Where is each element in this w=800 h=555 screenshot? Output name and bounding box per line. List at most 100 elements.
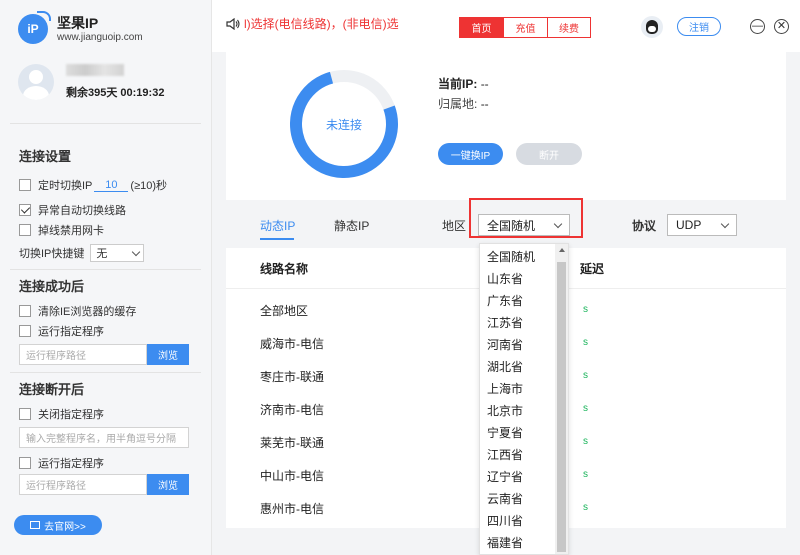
line-row[interactable]: 莱芜市-联通 (260, 434, 324, 451)
after-disconnect-run-program-checkbox[interactable] (19, 457, 31, 469)
region-option[interactable]: 江西省 (487, 446, 523, 463)
region-option[interactable]: 湖北省 (487, 358, 523, 375)
website-button[interactable]: 去官网>> (14, 515, 102, 535)
after-connect-run-program-label: 运行指定程序 (38, 326, 104, 338)
hotkey-select[interactable]: 无 (90, 244, 145, 262)
region-option[interactable]: 辽宁省 (487, 468, 523, 485)
window-icon (30, 521, 41, 529)
region-option[interactable]: 广东省 (487, 292, 523, 309)
chevron-down-icon (132, 247, 141, 256)
location-label: 归属地: (438, 97, 478, 111)
region-option[interactable]: 四川省 (487, 512, 523, 529)
region-option[interactable]: 江苏省 (487, 314, 523, 331)
location-value: -- (480, 97, 489, 111)
sidebar: iP 坚果IP www.jianguoip.com 剩余395天 00:19:3… (0, 0, 212, 555)
active-tab-underline (260, 238, 294, 240)
region-option[interactable]: 北京市 (487, 402, 523, 419)
region-option[interactable]: 云南省 (487, 490, 523, 507)
after-connect-browse-button[interactable]: 浏览 (147, 344, 189, 365)
switch-ip-button[interactable]: 一键换IP (438, 143, 503, 165)
divider (10, 372, 201, 373)
region-dropdown-list: 全国随机 山东省 广东省 江苏省 河南省 湖北省 上海市 北京市 宁夏省 江西省… (479, 243, 569, 555)
remaining-time: 剩余395天 00:19:32 (66, 87, 165, 99)
hotkey-label: 切换IP快捷键 (19, 248, 85, 260)
app-url: www.jianguoip.com (57, 31, 143, 43)
divider (10, 123, 201, 124)
minimize-button[interactable]: — (750, 19, 765, 34)
region-highlight-frame (469, 198, 583, 238)
close-program-row: 关闭指定程序 (19, 406, 104, 422)
current-ip-label: 当前IP: (438, 77, 478, 91)
notice-text: l)选择(电信线路)，(非电信)选 (244, 17, 399, 31)
username-blurred (66, 64, 124, 76)
program-names-input[interactable]: 输入完整程序名，用半角逗号分隔 (19, 427, 189, 448)
region-option[interactable]: 全国随机 (487, 248, 535, 265)
protocol-value: UDP (676, 218, 702, 232)
top-bar: l)选择(电信线路)，(非电信)选 首页 充值 续费 注销 — ✕ (212, 0, 800, 52)
auto-switch-label: 异常自动切换线路 (38, 205, 126, 217)
nav-tabs: 首页 充值 续费 (459, 17, 591, 38)
after-disconnect-path-input[interactable]: 运行程序路径 (19, 474, 147, 495)
after-connect-run-program-checkbox[interactable] (19, 325, 31, 337)
scroll-up-arrow-icon[interactable] (559, 248, 565, 252)
tab-renew[interactable]: 续费 (548, 18, 590, 37)
line-row[interactable]: 济南市-电信 (260, 401, 324, 418)
tab-static-ip[interactable]: 静态IP (334, 217, 369, 234)
hotkey-value: 无 (96, 248, 108, 260)
speaker-icon (226, 17, 240, 30)
ip-info: 当前IP: -- 归属地: -- (438, 74, 489, 114)
region-option[interactable]: 河南省 (487, 336, 523, 353)
disable-nic-row: 掉线禁用网卡 (19, 222, 104, 238)
app-logo: iP 坚果IP www.jianguoip.com (18, 11, 143, 44)
current-ip-value: -- (480, 77, 489, 91)
after-disconnect-run-program-row: 运行指定程序 (19, 455, 104, 471)
after-connect-path-input[interactable]: 运行程序路径 (19, 344, 147, 365)
hotkey-row: 切换IP快捷键 无 (19, 244, 145, 262)
close-button[interactable]: ✕ (774, 19, 789, 34)
section-title-after-connect: 连接成功后 (19, 279, 85, 294)
logout-button[interactable]: 注销 (677, 17, 721, 36)
line-latency: s (583, 337, 588, 348)
close-program-checkbox[interactable] (19, 408, 31, 420)
line-row[interactable]: 威海市-电信 (260, 335, 324, 352)
protocol-select[interactable]: UDP (667, 214, 737, 236)
region-option[interactable]: 宁夏省 (487, 424, 523, 441)
section-title-after-disconnect: 连接断开后 (19, 382, 85, 397)
qq-icon[interactable] (641, 16, 663, 38)
region-option[interactable]: 山东省 (487, 270, 523, 287)
scrollbar-thumb[interactable] (557, 262, 566, 552)
line-row[interactable]: 枣庄市-联通 (260, 368, 324, 385)
user-panel: 剩余395天 00:19:32 (18, 64, 164, 100)
after-disconnect-path-box: 运行程序路径 浏览 (19, 474, 189, 495)
line-row[interactable]: 中山市-电信 (260, 467, 324, 484)
region-option[interactable]: 上海市 (487, 380, 523, 397)
tab-home[interactable]: 首页 (460, 18, 504, 37)
after-connect-path-box: 运行程序路径 浏览 (19, 344, 189, 365)
dropdown-scrollbar[interactable] (555, 244, 568, 554)
connection-status: 未连接 (325, 117, 362, 132)
auto-switch-checkbox[interactable] (19, 204, 31, 216)
region-option[interactable]: 福建省 (487, 534, 523, 551)
clear-ie-cache-checkbox[interactable] (19, 305, 31, 317)
tab-recharge[interactable]: 充值 (504, 18, 548, 37)
line-latency: s (583, 436, 588, 447)
section-title-connection-settings: 连接设置 (19, 149, 72, 164)
timed-switch-label: 定时切换IP (38, 180, 93, 192)
line-latency: s (583, 304, 588, 315)
protocol-label: 协议 (632, 219, 657, 233)
clear-ie-cache-label: 清除IE浏览器的缓存 (38, 306, 137, 318)
disable-nic-checkbox[interactable] (19, 224, 31, 236)
line-row[interactable]: 全部地区 (260, 302, 308, 319)
disconnect-button[interactable]: 断开 (516, 143, 582, 165)
timed-switch-checkbox[interactable] (19, 179, 31, 191)
line-row[interactable]: 惠州市-电信 (260, 500, 324, 517)
timed-switch-row: 定时切换IP 10 (≥10)秒 (19, 177, 167, 193)
timed-switch-hint: (≥10)秒 (130, 180, 168, 192)
timed-switch-seconds-input[interactable]: 10 (94, 179, 129, 192)
clear-ie-cache-row: 清除IE浏览器的缓存 (19, 303, 136, 319)
chevron-down-icon (720, 219, 730, 228)
tab-dynamic-ip[interactable]: 动态IP (260, 217, 295, 234)
region-label: 地区 (442, 219, 467, 233)
logo-icon: iP (18, 11, 51, 44)
after-disconnect-browse-button[interactable]: 浏览 (147, 474, 189, 495)
